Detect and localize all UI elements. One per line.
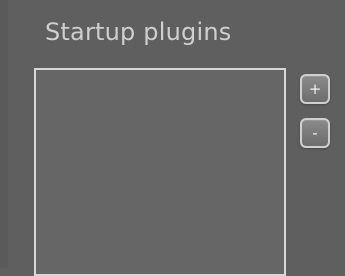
add-plugin-button[interactable]: +: [300, 74, 330, 104]
startup-plugins-panel: Startup plugins + -: [0, 0, 345, 276]
remove-plugin-button[interactable]: -: [300, 118, 330, 148]
section-title: Startup plugins: [45, 18, 232, 46]
startup-plugins-list[interactable]: [34, 68, 286, 276]
panel-left-edge: [0, 0, 8, 268]
